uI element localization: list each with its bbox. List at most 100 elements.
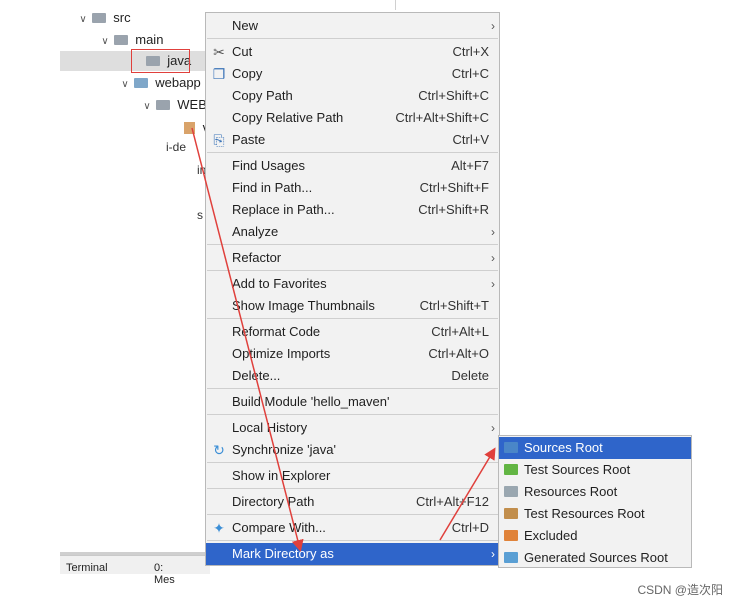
menu-item-analyze[interactable]: Analyze › (206, 221, 499, 243)
menu-separator (207, 270, 498, 271)
tree-node-web-inf[interactable]: ∨ WEB (142, 95, 207, 115)
menu-item-label: Find Usages (232, 158, 305, 173)
tree-node-label: WEB (177, 97, 207, 112)
menu-item-directory-path[interactable]: Directory Path Ctrl+Alt+F12 (206, 491, 499, 513)
submenu-item-generated-sources-root[interactable]: Generated Sources Root (499, 547, 691, 569)
menu-item-shortcut: Ctrl+C (451, 66, 489, 81)
web-folder-icon (133, 78, 148, 88)
menu-item-label: Local History (232, 420, 308, 435)
sync-icon: ↻ (213, 442, 225, 458)
menu-item-find-in-path[interactable]: Find in Path... Ctrl+Shift+F (206, 177, 499, 199)
submenu-item-test-resources-root[interactable]: Test Resources Root (499, 503, 691, 525)
mark-directory-submenu: Sources Root Test Sources Root Resources R… (498, 435, 692, 568)
menu-item-replace-in-path[interactable]: Replace in Path... Ctrl+Shift+R (206, 199, 499, 221)
tree-node-label: webapp (155, 75, 201, 90)
resources-root-folder-icon (504, 486, 518, 497)
menu-item-optimize-imports[interactable]: Optimize Imports Ctrl+Alt+O (206, 343, 499, 365)
menu-item-shortcut: Ctrl+Shift+R (418, 202, 489, 217)
chevron-right-icon: › (491, 251, 495, 265)
menu-separator (207, 152, 498, 153)
xml-file-icon (184, 122, 195, 134)
menu-item-label: Copy (232, 66, 263, 81)
tool-window-bar: Terminal 0: Mes (60, 555, 210, 586)
chevron-right-icon: › (491, 225, 495, 239)
menu-item-show-image-thumbnails[interactable]: Show Image Thumbnails Ctrl+Shift+T (206, 295, 499, 317)
menu-item-copy-path[interactable]: Copy Path Ctrl+Shift+C (206, 85, 499, 107)
scissors-icon: ✂ (213, 44, 225, 60)
menu-item-shortcut: Delete (451, 368, 489, 383)
menu-item-label: Mark Directory as (232, 546, 334, 561)
menu-separator (207, 38, 498, 39)
test-sources-root-folder-icon (504, 464, 518, 475)
submenu-item-excluded[interactable]: Excluded (499, 525, 691, 547)
menu-separator (207, 244, 498, 245)
menu-separator (207, 414, 498, 415)
folder-icon (91, 13, 106, 23)
menu-item-shortcut: Alt+F7 (451, 158, 489, 173)
submenu-item-resources-root[interactable]: Resources Root (499, 481, 691, 503)
menu-item-shortcut: Ctrl+Alt+F12 (416, 494, 489, 509)
project-tree: ∨ src ∨ main java ∨ webapp ∨ WEB v i‐de … (0, 0, 210, 560)
sources-root-folder-icon (504, 442, 518, 453)
menu-item-label: Compare With... (232, 520, 326, 535)
submenu-item-label: Generated Sources Root (524, 550, 668, 565)
submenu-item-label: Excluded (524, 528, 578, 543)
menu-item-reformat-code[interactable]: Reformat Code Ctrl+Alt+L (206, 321, 499, 343)
menu-item-label: Copy Relative Path (232, 110, 344, 125)
menu-separator (207, 488, 498, 489)
menu-separator (207, 540, 498, 541)
menu-item-label: Refactor (232, 250, 282, 265)
menu-item-label: Cut (232, 44, 253, 59)
menu-item-shortcut: Ctrl+Shift+C (418, 88, 489, 103)
menu-item-compare-with[interactable]: ✦ Compare With... Ctrl+D (206, 517, 499, 539)
submenu-item-label: Test Resources Root (524, 506, 645, 521)
menu-item-refactor[interactable]: Refactor › (206, 247, 499, 269)
chevron-down-icon[interactable]: ∨ (120, 75, 130, 95)
menu-separator (207, 462, 498, 463)
generated-sources-root-folder-icon (504, 552, 518, 563)
menu-item-label: Paste (232, 132, 266, 147)
menu-item-shortcut: Ctrl+V (452, 132, 489, 147)
chevron-down-icon[interactable]: ∨ (100, 32, 110, 52)
chevron-right-icon: › (491, 19, 495, 33)
tree-node-index[interactable]: i‐de (166, 140, 186, 154)
chevron-down-icon[interactable]: ∨ (142, 97, 152, 117)
chevron-right-icon: › (491, 547, 495, 561)
folder-icon (155, 100, 170, 110)
menu-item-local-history[interactable]: Local History › (206, 417, 499, 439)
menu-item-mark-directory-as[interactable]: Mark Directory as › (206, 543, 499, 565)
tree-node-webapp[interactable]: ∨ webapp (120, 73, 201, 95)
menu-item-copy[interactable]: ❐ Copy Ctrl+C (206, 63, 499, 85)
menu-item-label: Reformat Code (232, 324, 321, 339)
submenu-item-sources-root[interactable]: Sources Root (499, 437, 691, 459)
menu-item-label: Directory Path (232, 494, 315, 509)
menu-item-label: Replace in Path... (232, 202, 335, 217)
chevron-down-icon[interactable]: ∨ (78, 10, 88, 30)
menu-item-synchronize-java[interactable]: ↻ Synchronize 'java' (206, 439, 499, 461)
menu-item-label: Show Image Thumbnails (232, 298, 375, 313)
menu-item-copy-relative-path[interactable]: Copy Relative Path Ctrl+Alt+Shift+C (206, 107, 499, 129)
tree-node-label: main (135, 32, 164, 47)
menu-item-cut[interactable]: ✂ Cut Ctrl+X (206, 41, 499, 63)
menu-item-delete[interactable]: Delete... Delete (206, 365, 499, 387)
menu-item-find-usages[interactable]: Find Usages Alt+F7 (206, 155, 499, 177)
submenu-item-test-sources-root[interactable]: Test Sources Root (499, 459, 691, 481)
menu-item-shortcut: Ctrl+Shift+T (419, 298, 489, 313)
context-menu: New › ✂ Cut Ctrl+X ❐ Copy Ctrl+C Copy Path Ctrl+S… (205, 12, 500, 566)
menu-item-show-in-explorer[interactable]: Show in Explorer (206, 465, 499, 487)
excluded-folder-icon (504, 530, 518, 541)
tree-node-src[interactable]: ∨ src (78, 8, 131, 30)
chevron-right-icon: › (491, 421, 495, 435)
menu-item-new[interactable]: New › (206, 15, 499, 37)
tree-node-main[interactable]: ∨ main (100, 30, 163, 50)
tree-node-truncated[interactable]: s (197, 208, 203, 222)
tree-node-label: src (113, 10, 131, 25)
menu-item-build-module-hello-maven[interactable]: Build Module 'hello_maven' (206, 391, 499, 413)
menu-item-paste[interactable]: ⎘ Paste Ctrl+V (206, 129, 499, 151)
menu-item-label: Add to Favorites (232, 276, 327, 291)
copy-icon: ❐ (212, 66, 226, 82)
menu-item-add-to-favorites[interactable]: Add to Favorites › (206, 273, 499, 295)
menu-item-label: Build Module 'hello_maven' (232, 394, 390, 409)
menu-item-label: Synchronize 'java' (232, 442, 336, 457)
editor-tab-edge (395, 0, 501, 10)
